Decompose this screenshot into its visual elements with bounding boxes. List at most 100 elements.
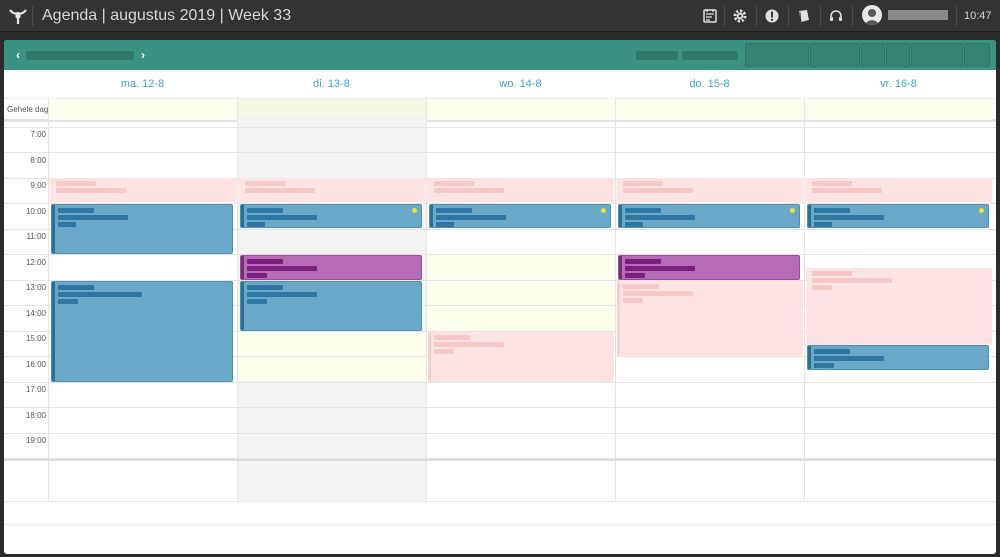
grid-footer-line xyxy=(4,501,996,502)
event-text-placeholder xyxy=(625,266,695,271)
event-stripe xyxy=(619,256,622,279)
grid-footer-line xyxy=(4,524,996,525)
user-name-placeholder[interactable] xyxy=(888,10,948,20)
app-logo-icon[interactable] xyxy=(8,6,28,26)
event-text-placeholder xyxy=(56,188,126,193)
event-text-placeholder xyxy=(625,215,695,220)
hour-line xyxy=(4,382,996,383)
calendar-event[interactable] xyxy=(240,255,422,280)
event-text-placeholder xyxy=(247,259,283,264)
calendar-event[interactable] xyxy=(51,281,233,382)
next-week-button[interactable]: › xyxy=(137,48,149,62)
calendar-event[interactable] xyxy=(617,178,803,202)
event-text-placeholder xyxy=(625,259,661,264)
column-line xyxy=(615,98,616,502)
day-header[interactable]: di. 13-8 xyxy=(237,70,426,98)
calendar-event[interactable] xyxy=(807,345,989,370)
hour-label: 7:00 xyxy=(30,130,46,139)
headset-icon[interactable] xyxy=(828,8,844,24)
event-text-placeholder xyxy=(247,215,317,220)
event-status-dot xyxy=(979,208,984,213)
all-day-cell[interactable] xyxy=(615,99,804,120)
event-stripe xyxy=(241,282,244,330)
event-stripe xyxy=(428,332,431,382)
day-header[interactable]: ma. 12-8 xyxy=(48,70,237,98)
all-day-row: Gehele dag xyxy=(4,98,996,122)
calendar-event[interactable] xyxy=(50,178,236,202)
day-header[interactable]: vr. 16-8 xyxy=(804,70,993,98)
event-text-placeholder xyxy=(245,188,315,193)
event-text-placeholder xyxy=(623,188,693,193)
hour-label: 8:00 xyxy=(30,156,46,165)
event-text-placeholder xyxy=(812,181,852,186)
event-stripe xyxy=(52,282,55,381)
calendar-event[interactable] xyxy=(428,178,614,202)
view-button[interactable] xyxy=(745,43,809,67)
calendar-event[interactable] xyxy=(429,204,611,228)
avatar[interactable] xyxy=(862,5,882,25)
event-text-placeholder xyxy=(436,215,506,220)
calendar-event[interactable] xyxy=(806,178,992,202)
clock: 10:47 xyxy=(964,10,992,22)
event-text-placeholder xyxy=(814,349,850,354)
column-line xyxy=(426,98,427,502)
event-text-placeholder xyxy=(434,342,504,347)
calendar-event[interactable] xyxy=(618,204,800,228)
calendar-event[interactable] xyxy=(51,204,233,254)
event-stripe xyxy=(52,205,55,253)
view-button[interactable] xyxy=(861,43,885,67)
column-line xyxy=(237,98,238,502)
event-stripe xyxy=(619,205,622,227)
event-stripe xyxy=(808,346,811,369)
previous-week-button[interactable]: ‹ xyxy=(12,48,24,62)
avatar-icon xyxy=(864,9,880,25)
all-day-cell[interactable] xyxy=(48,99,237,120)
event-text-placeholder xyxy=(623,284,659,289)
calendar-event[interactable] xyxy=(617,281,803,356)
event-status-dot xyxy=(790,208,795,213)
info-icon[interactable] xyxy=(764,8,780,24)
hour-label: 16:00 xyxy=(25,360,46,369)
hour-label: 14:00 xyxy=(25,309,46,318)
event-text-placeholder xyxy=(247,266,317,271)
event-text-placeholder xyxy=(814,208,850,213)
event-text-placeholder xyxy=(812,278,892,283)
all-day-cell[interactable] xyxy=(426,99,615,120)
event-text-placeholder xyxy=(247,208,283,213)
event-status-dot xyxy=(412,208,417,213)
event-text-placeholder xyxy=(814,215,884,220)
event-text-placeholder xyxy=(623,291,693,296)
day-header[interactable]: wo. 14-8 xyxy=(426,70,615,98)
calendar-event[interactable] xyxy=(239,178,425,202)
hour-label: 18:00 xyxy=(25,411,46,420)
event-text-placeholder xyxy=(436,222,454,227)
hour-label: 13:00 xyxy=(25,283,46,292)
view-button[interactable] xyxy=(886,43,910,67)
calendar-event[interactable] xyxy=(806,268,992,345)
notes-icon[interactable] xyxy=(702,8,718,24)
event-text-placeholder xyxy=(623,181,663,186)
all-day-cell[interactable] xyxy=(804,99,993,120)
day-header[interactable]: do. 15-8 xyxy=(615,70,804,98)
event-stripe xyxy=(617,281,620,356)
event-text-placeholder xyxy=(58,215,128,220)
calendar-event[interactable] xyxy=(428,332,614,382)
book-icon[interactable] xyxy=(796,8,812,24)
calendar-event[interactable] xyxy=(618,255,800,280)
view-button[interactable] xyxy=(810,43,860,67)
event-text-placeholder xyxy=(58,208,94,213)
hour-line xyxy=(4,254,996,255)
hour-label: 10:00 xyxy=(25,207,46,216)
event-text-placeholder xyxy=(623,298,643,303)
event-text-placeholder xyxy=(434,181,474,186)
gear-icon[interactable] xyxy=(732,8,748,24)
hour-label: 17:00 xyxy=(25,385,46,394)
calendar-event[interactable] xyxy=(240,204,422,228)
event-text-placeholder xyxy=(434,349,454,354)
calendar-event[interactable] xyxy=(807,204,989,228)
calendar-event[interactable] xyxy=(240,281,422,331)
hour-label: 15:00 xyxy=(25,334,46,343)
event-text-placeholder xyxy=(814,363,834,368)
view-button[interactable] xyxy=(911,43,963,67)
view-button[interactable] xyxy=(964,43,990,67)
